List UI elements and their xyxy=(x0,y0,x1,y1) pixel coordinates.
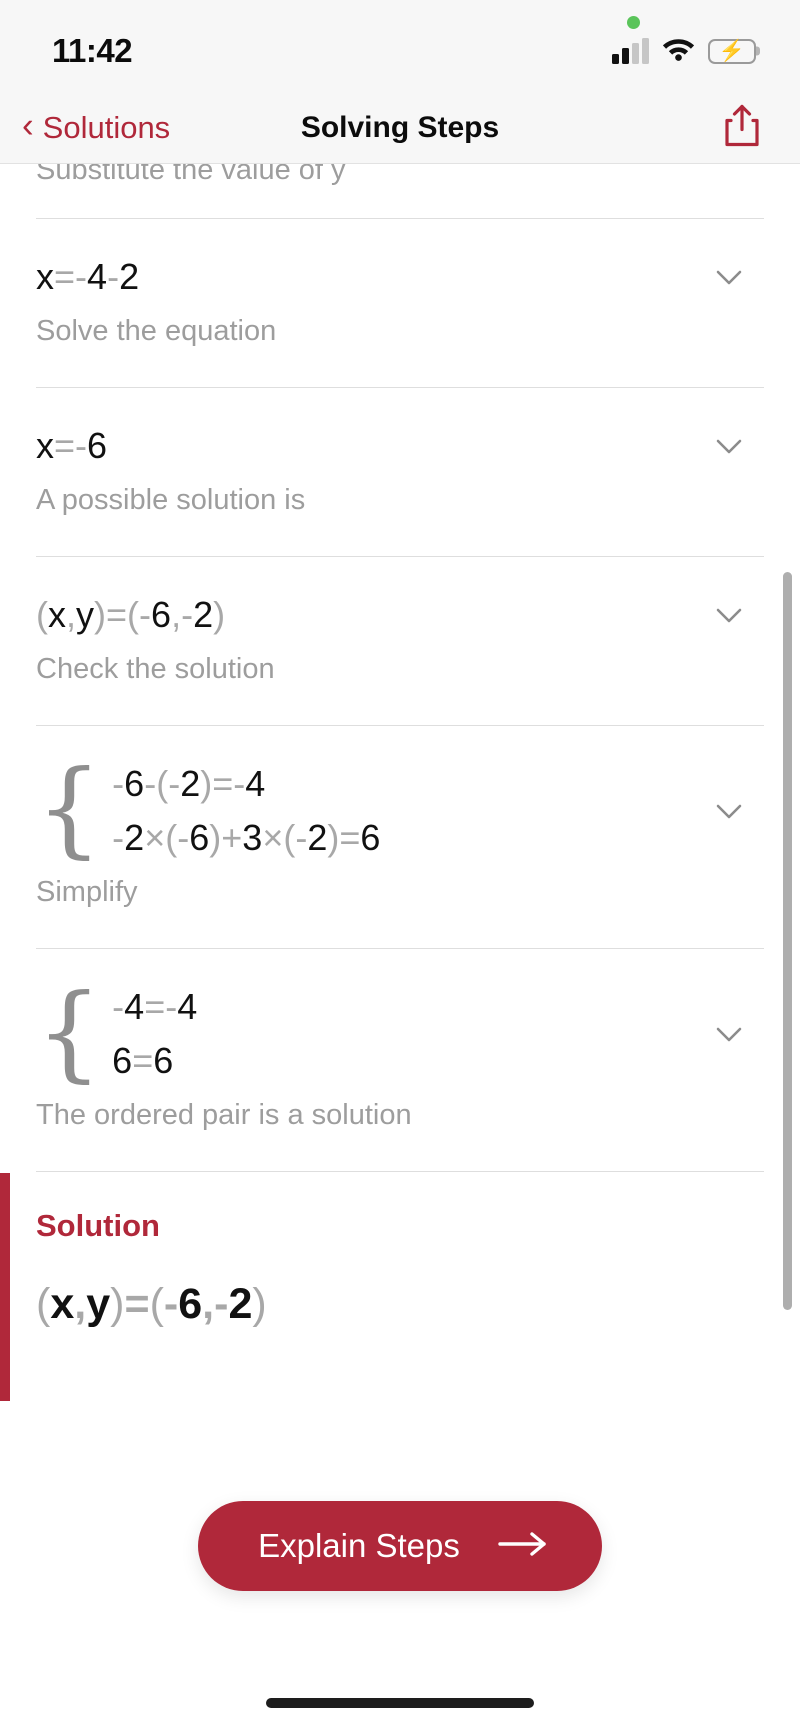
chevron-down-icon[interactable] xyxy=(712,598,746,632)
app-screen: 11:42 ⚡ ‹ Solutions Solving Steps Substi… xyxy=(0,0,800,1731)
vertical-scrollbar[interactable] xyxy=(783,572,792,1310)
step-row[interactable]: (x,y)=(-6,-2) Check the solution xyxy=(0,555,800,725)
step-hint: Solve the equation xyxy=(36,315,277,348)
home-indicator xyxy=(266,1698,534,1708)
step-row[interactable]: x=-6 A possible solution is xyxy=(0,386,800,556)
cellular-signal-icon xyxy=(612,38,649,64)
wifi-icon xyxy=(662,36,695,66)
chevron-down-icon[interactable] xyxy=(712,1017,746,1051)
step-row[interactable]: {-6-(-2)=-4 -2×(-6)+3×(-2)=6 Simplify xyxy=(0,724,800,948)
step-hint: A possible solution is xyxy=(36,484,306,517)
system-equation-line: 6=6 xyxy=(112,1040,174,1082)
solution-label: Solution xyxy=(36,1208,160,1244)
step-expression-system: {-4=-4 6=6 xyxy=(36,970,198,1093)
step-clipped-top: Substitute the value of y xyxy=(36,164,764,218)
step-row[interactable]: {-4=-4 6=6 The ordered pair is a solution xyxy=(0,947,800,1171)
step-expression: x=-4-2 xyxy=(36,256,140,297)
step-hint: Check the solution xyxy=(36,653,275,686)
system-equation-line: -2×(-6)+3×(-2)=6 xyxy=(112,817,381,858)
arrow-right-icon xyxy=(498,1527,548,1565)
share-button[interactable] xyxy=(724,103,760,152)
curly-brace-icon: { xyxy=(36,970,103,1093)
solution-block: Solution (x,y)=(-6,-2) xyxy=(0,1172,800,1402)
system-equation-line: -6-(-2)=-4 xyxy=(112,762,266,804)
step-expression-system: {-6-(-2)=-4 -2×(-6)+3×(-2)=6 xyxy=(36,747,381,870)
navigation-bar: ‹ Solutions Solving Steps xyxy=(0,92,800,164)
cta-area: Explain Steps xyxy=(0,1329,800,1592)
back-chevron-icon: ‹ xyxy=(22,106,34,145)
chevron-down-icon[interactable] xyxy=(712,429,746,463)
chevron-down-icon[interactable] xyxy=(712,260,746,294)
step-expression: x=-6 xyxy=(36,424,108,466)
back-button[interactable]: ‹ Solutions xyxy=(0,106,171,146)
chevron-down-icon[interactable] xyxy=(712,794,746,828)
share-icon xyxy=(725,104,759,146)
status-bar: 11:42 ⚡ xyxy=(0,0,800,92)
solution-accent-bar xyxy=(0,1173,10,1402)
explain-steps-button[interactable]: Explain Steps xyxy=(198,1501,602,1592)
explain-steps-label: Explain Steps xyxy=(258,1527,460,1565)
curly-brace-icon: { xyxy=(36,747,103,870)
solution-expression: (x,y)=(-6,-2) xyxy=(36,1280,267,1329)
step-row[interactable]: x=-4-2 Solve the equation xyxy=(0,218,800,387)
solving-steps-list: Substitute the value of y x=-4-2 Solve the… xyxy=(0,164,800,1592)
step-hint: The ordered pair is a solution xyxy=(36,1099,412,1132)
system-equation-line: -4=-4 xyxy=(112,985,198,1027)
back-button-label: Solutions xyxy=(42,109,171,145)
battery-charging-icon: ⚡ xyxy=(708,38,756,64)
green-recording-dot xyxy=(627,16,640,29)
step-hint: Simplify xyxy=(36,876,138,909)
status-bar-time: 11:42 xyxy=(52,32,133,69)
step-hint: Substitute the value of y xyxy=(36,164,346,186)
step-expression: (x,y)=(-6,-2) xyxy=(36,593,226,635)
step-row[interactable]: Substitute the value of y xyxy=(0,164,800,218)
